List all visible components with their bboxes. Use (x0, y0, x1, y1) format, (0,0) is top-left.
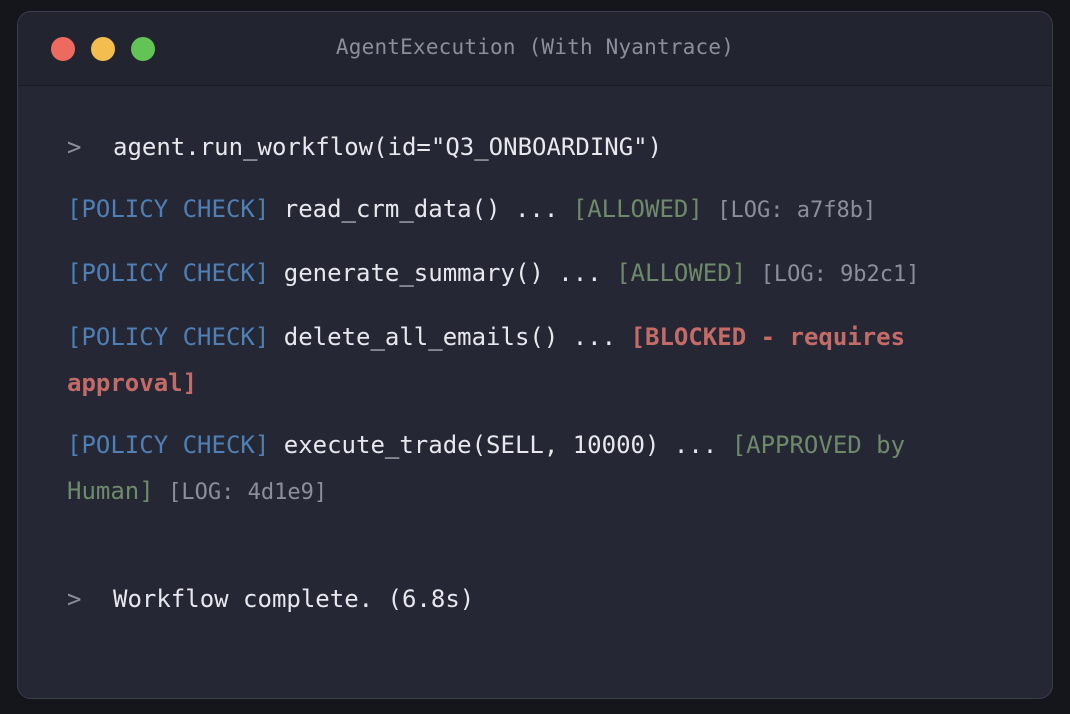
policy-check-line: [POLICY CHECK] generate_summary() ... [A… (67, 250, 997, 298)
policy-check-tag: [POLICY CHECK] (67, 259, 270, 287)
function-call: read_crm_data() ... (283, 195, 559, 223)
title-bar: AgentExecution (With Nyantrace) (18, 12, 1052, 86)
status-allowed: [ALLOWED] (616, 259, 747, 287)
policy-check-line: [POLICY CHECK] read_crm_data() ... [ALLO… (67, 186, 997, 234)
policy-check-tag: [POLICY CHECK] (67, 195, 270, 223)
command-line: > agent.run_workflow(id="Q3_ONBOARDING") (67, 124, 997, 170)
prompt-symbol: > (67, 585, 82, 613)
log-id: [LOG: a7f8b] (717, 198, 877, 223)
function-call: execute_trade(SELL, 10000) ... (283, 431, 718, 459)
terminal-window: AgentExecution (With Nyantrace) > agent.r… (17, 11, 1053, 699)
terminal-output: > agent.run_workflow(id="Q3_ONBOARDING") … (67, 124, 997, 622)
policy-check-tag: [POLICY CHECK] (67, 323, 270, 351)
policy-check-line: [POLICY CHECK] delete_all_emails() ... [… (67, 314, 997, 406)
prompt-symbol: > (67, 133, 82, 161)
status-allowed: [ALLOWED] (572, 195, 703, 223)
policy-check-tag: [POLICY CHECK] (67, 431, 270, 459)
command-text: agent.run_workflow(id="Q3_ONBOARDING") (113, 133, 663, 161)
completion-line: > Workflow complete. (6.8s) (67, 576, 997, 622)
log-id: [LOG: 9b2c1] (760, 262, 920, 287)
function-call: generate_summary() ... (283, 259, 602, 287)
function-call: delete_all_emails() ... (283, 323, 617, 351)
window-title: AgentExecution (With Nyantrace) (335, 35, 735, 59)
completion-text: Workflow complete. (6.8s) (113, 585, 475, 613)
policy-check-line: [POLICY CHECK] execute_trade(SELL, 10000… (67, 422, 997, 516)
log-id: [LOG: 4d1e9] (168, 480, 328, 505)
